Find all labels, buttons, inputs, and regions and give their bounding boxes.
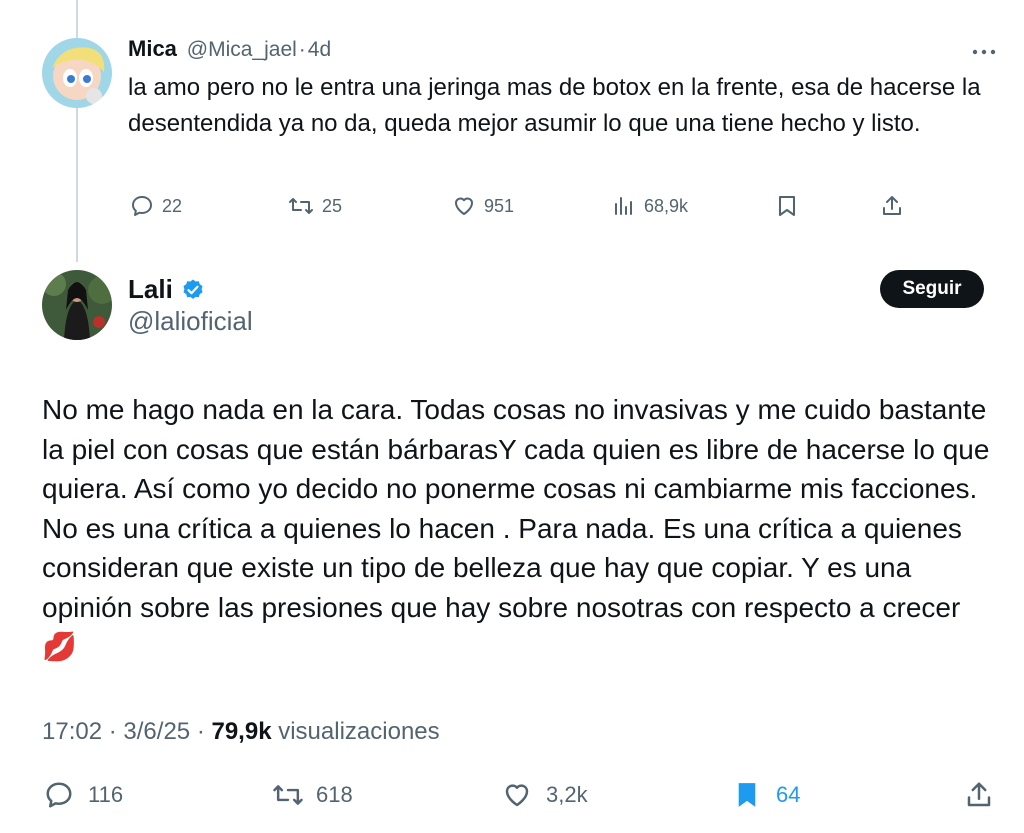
author-display-name[interactable]: Lali [128,274,173,305]
verified-badge-icon [183,279,203,299]
like-count: 951 [484,195,515,216]
bookmark-count: 64 [776,782,801,807]
avatar-image [42,270,112,340]
comment-icon [46,782,72,808]
like-count: 3,2k [546,782,588,807]
author-name-row: Lali [128,274,205,305]
meta-separator: · [196,718,205,745]
reply-like-button[interactable]: 951 [452,194,514,218]
bookmark-filled-icon [738,783,756,807]
bookmark-icon [779,196,795,216]
reply-count: 22 [162,195,183,216]
header-separator: · [298,38,306,61]
reply-time[interactable]: 4d [308,38,331,61]
tweet-text: No me hago nada en la cara. Todas cosas … [42,394,990,662]
reply-text: la amo pero no le entra una jeringa mas … [128,74,981,137]
heart-icon [505,784,529,807]
like-button[interactable]: 3,2k [502,780,588,810]
reply-handle[interactable]: @Mica_jael [187,38,297,61]
repost-icon [289,198,313,214]
tweet-time[interactable]: 17:02 [42,718,102,745]
avatar[interactable] [42,38,112,108]
follow-button[interactable]: Seguir [880,270,984,308]
tweet-metadata: 17:02 · 3/6/25 · 79,9k visualizaciones [42,718,440,746]
share-button[interactable] [964,780,994,810]
views-chart-icon [615,197,632,215]
reply-repost-button[interactable]: 25 [288,194,342,218]
heart-icon [455,197,473,215]
repost-button[interactable]: 618 [272,780,353,810]
reply-share-button[interactable] [880,194,904,218]
share-icon [883,196,901,215]
reply-display-name[interactable]: Mica [128,36,177,61]
avatar[interactable] [42,270,112,340]
bookmark-button[interactable]: 64 [734,780,800,810]
reply-bookmark-button[interactable] [776,194,798,218]
views-count: 68,9k [644,195,689,216]
share-icon [967,782,991,807]
more-options-button[interactable] [972,36,996,62]
repost-count: 618 [316,782,353,807]
author-handle[interactable]: @lalioficial [128,306,253,337]
views-label: visualizaciones [278,718,440,745]
more-dots-icon [972,49,996,55]
avatar-image [42,38,112,108]
views-count: 79,9k [211,718,272,745]
comment-icon [132,196,152,216]
tweet-date[interactable]: 3/6/25 [123,718,190,745]
repost-icon [273,785,303,805]
reply-button[interactable]: 116 [44,780,123,810]
repost-count: 25 [322,195,343,216]
reply-views-button[interactable]: 68,9k [612,194,688,218]
reply-header: Mica @Mica_jael·4d [128,36,331,62]
reply-count: 116 [88,782,124,807]
meta-separator: · [108,718,117,745]
reply-reply-button[interactable]: 22 [130,194,182,218]
